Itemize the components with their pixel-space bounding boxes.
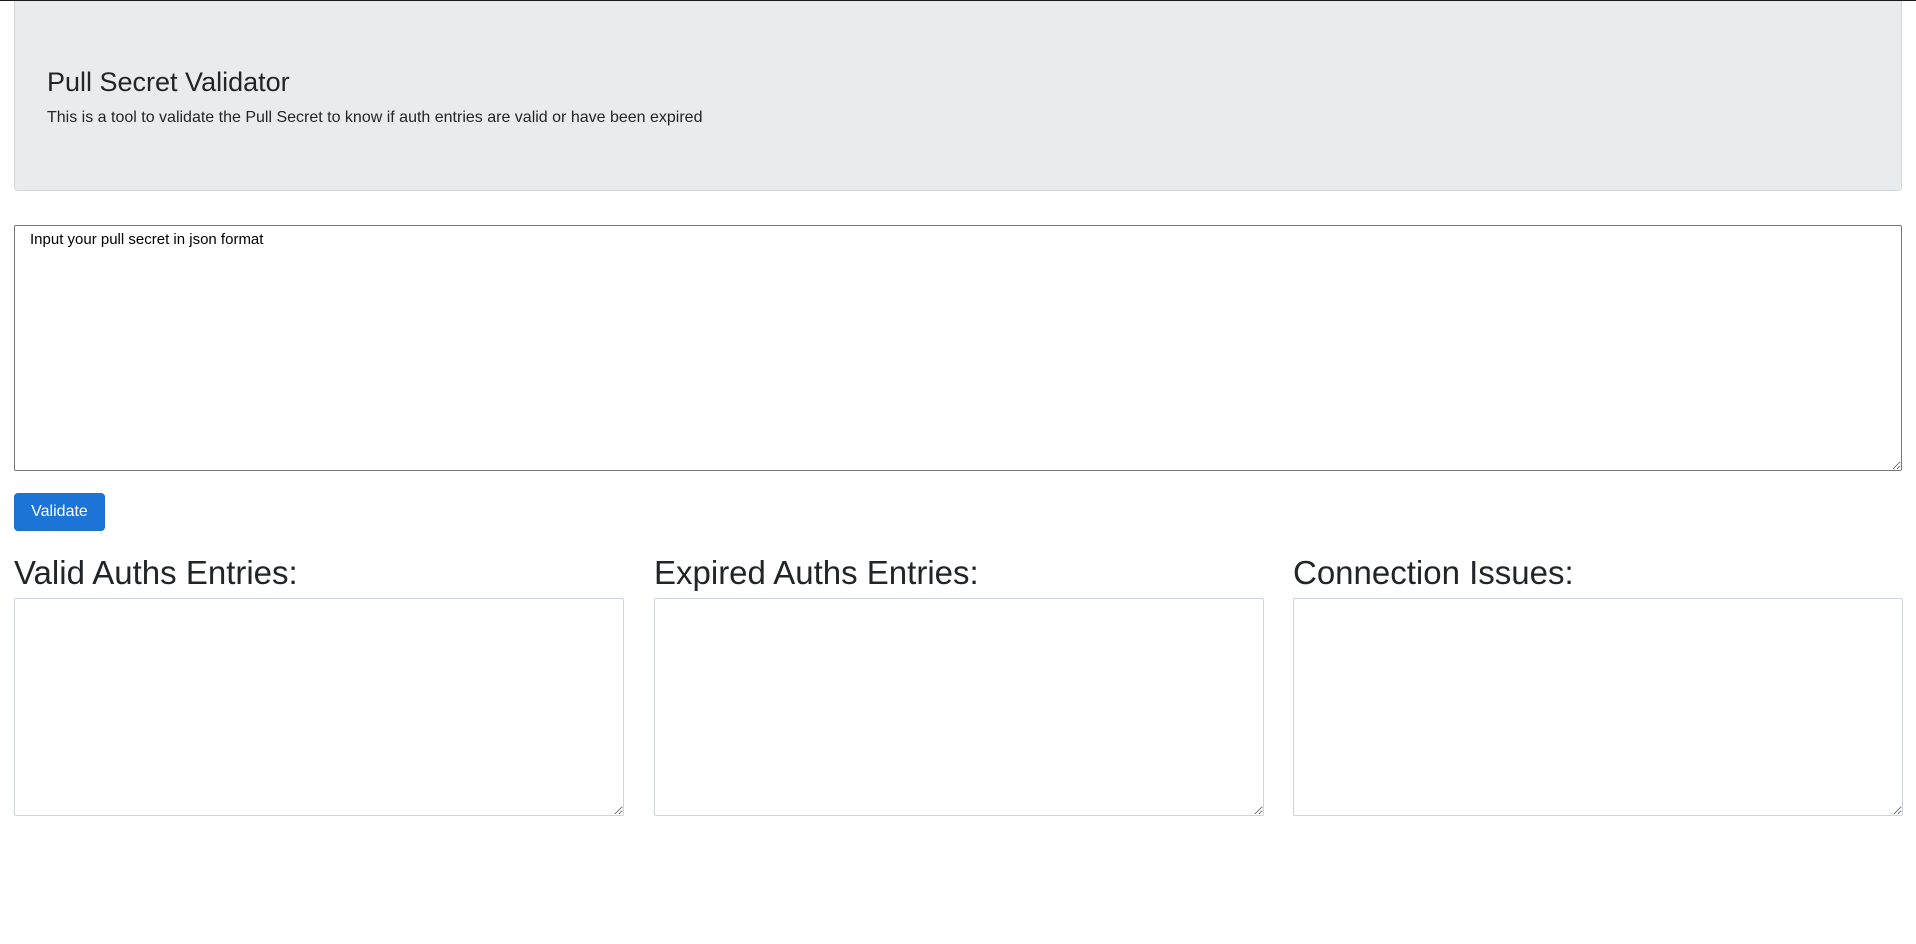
connection-issues-heading: Connection Issues: [1293, 554, 1574, 591]
valid-entries-output[interactable] [14, 598, 624, 816]
expired-entries-heading: Expired Auths Entries: [654, 554, 979, 591]
app-window: Pull Secret Validator This is a tool to … [0, 0, 1916, 944]
connection-issues-output[interactable] [1293, 598, 1903, 816]
valid-entries-heading: Valid Auths Entries: [14, 554, 298, 591]
validate-button[interactable]: Validate [14, 493, 105, 531]
pull-secret-input[interactable] [14, 225, 1902, 471]
header-jumbotron: Pull Secret Validator This is a tool to … [14, 1, 1902, 191]
page-subtitle: This is a tool to validate the Pull Secr… [47, 109, 703, 126]
page-title: Pull Secret Validator [47, 67, 290, 97]
expired-entries-output[interactable] [654, 598, 1264, 816]
